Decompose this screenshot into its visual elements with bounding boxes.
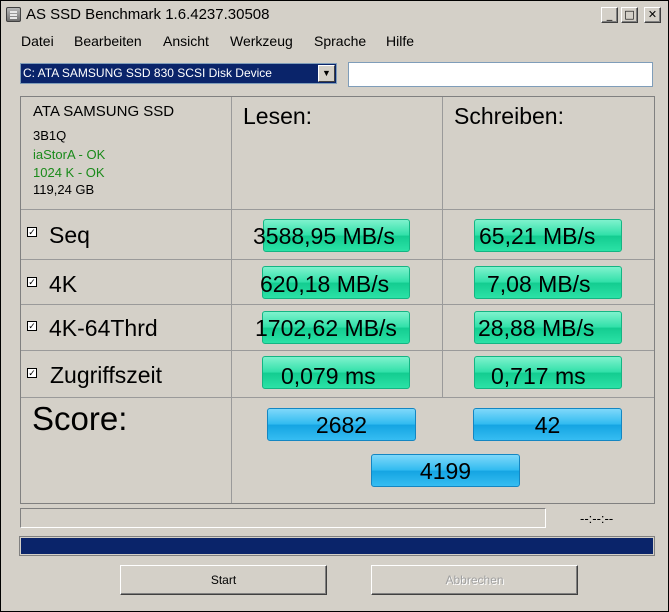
drive-select-value: C: ATA SAMSUNG SSD 830 SCSI Disk Device: [23, 66, 272, 80]
title-bar[interactable]: AS SSD Benchmark 1.6.4237.30508 _ □ ✕: [1, 1, 668, 29]
4k-checkbox[interactable]: ✓: [27, 277, 37, 287]
name-input[interactable]: [348, 62, 653, 87]
menu-werkzeug[interactable]: Werkzeug: [230, 33, 293, 49]
4k64-read-value: 1702,62 MB/s: [255, 315, 397, 341]
seq-write-value: 65,21 MB/s: [479, 223, 596, 249]
menu-bearbeiten[interactable]: Bearbeiten: [74, 33, 142, 49]
overall-progress-fill: [21, 538, 653, 554]
elapsed-time: --:--:--: [580, 511, 614, 526]
row-divider: [21, 350, 654, 351]
4k-write-value: 7,08 MB/s: [487, 271, 591, 297]
menu-sprache[interactable]: Sprache: [314, 33, 366, 49]
row-divider: [21, 397, 654, 398]
alignment-status: 1024 K - OK: [33, 165, 105, 180]
total-score: 4199: [371, 454, 520, 487]
menu-bar: Datei Bearbeiten Ansicht Werkzeug Sprach…: [1, 30, 668, 52]
maximize-button[interactable]: □: [621, 7, 638, 23]
minimize-button[interactable]: _: [601, 7, 618, 23]
start-button[interactable]: Start: [120, 565, 327, 595]
4k-label: 4K: [49, 271, 78, 297]
app-window: AS SSD Benchmark 1.6.4237.30508 _ □ ✕ Da…: [0, 0, 669, 612]
write-header: Schreiben:: [454, 103, 564, 129]
menu-hilfe[interactable]: Hilfe: [386, 33, 414, 49]
4k64-label: 4K-64Thrd: [49, 315, 158, 341]
4k-read-value: 620,18 MB/s: [260, 271, 390, 297]
overall-progress-bar: [19, 536, 655, 556]
test-progress-bar: [20, 508, 546, 528]
drive-icon: [6, 7, 21, 22]
drive-select[interactable]: C: ATA SAMSUNG SSD 830 SCSI Disk Device …: [20, 63, 337, 84]
write-score: 42: [473, 408, 622, 441]
seq-checkbox[interactable]: ✓: [27, 227, 37, 237]
seq-label: Seq: [49, 222, 90, 248]
drive-firmware: 3B1Q: [33, 128, 67, 143]
access-time-read-value: 0,079 ms: [281, 363, 376, 389]
column-divider: [231, 97, 232, 503]
cancel-button[interactable]: Abbrechen: [371, 565, 578, 595]
access-time-label: Zugriffszeit: [50, 362, 163, 388]
results-panel: [20, 96, 655, 504]
access-time-write-value: 0,717 ms: [491, 363, 586, 389]
driver-status: iaStorA - OK: [33, 147, 106, 162]
drive-name: ATA SAMSUNG SSD: [33, 103, 175, 120]
read-header: Lesen:: [243, 103, 313, 129]
close-button[interactable]: ✕: [644, 7, 661, 23]
4k64-checkbox[interactable]: ✓: [27, 321, 37, 331]
row-divider: [21, 304, 654, 305]
score-label: Score:: [32, 400, 128, 437]
4k64-write-value: 28,88 MB/s: [478, 315, 595, 341]
chevron-down-icon[interactable]: ▼: [318, 65, 335, 82]
read-score: 2682: [267, 408, 416, 441]
drive-size: 119,24 GB: [33, 182, 95, 197]
row-divider: [21, 209, 654, 210]
seq-read-value: 3588,95 MB/s: [253, 223, 395, 249]
row-divider: [21, 259, 654, 260]
window-title: AS SSD Benchmark 1.6.4237.30508: [26, 6, 270, 23]
column-divider: [442, 97, 443, 398]
access-time-checkbox[interactable]: ✓: [27, 368, 37, 378]
menu-datei[interactable]: Datei: [21, 33, 54, 49]
menu-ansicht[interactable]: Ansicht: [163, 33, 209, 49]
